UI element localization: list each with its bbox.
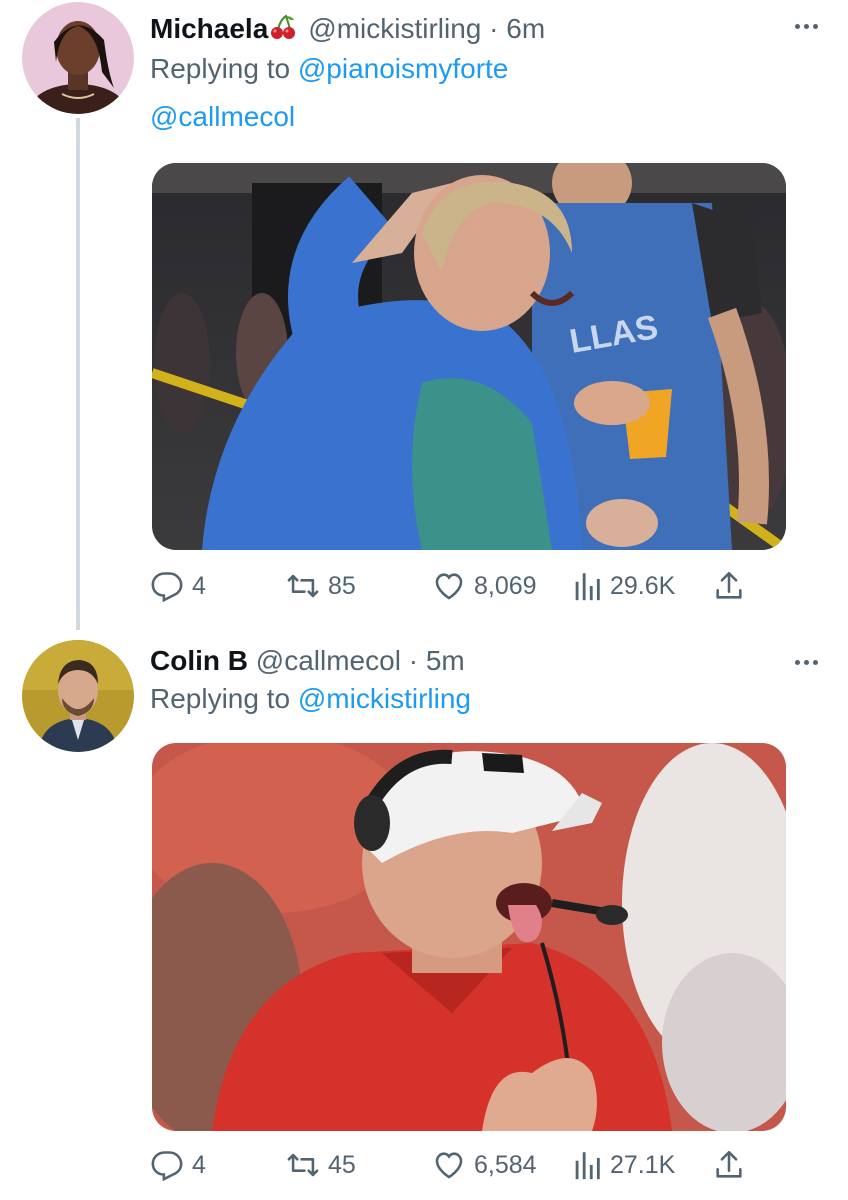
retweet-button[interactable]: 45 xyxy=(286,1145,356,1185)
tweet-header: Colin B @callmecol · 5m xyxy=(150,644,465,678)
views-icon xyxy=(572,1148,610,1182)
more-horizontal-icon[interactable] xyxy=(795,660,818,665)
retweet-count: 45 xyxy=(328,1150,356,1179)
tweet-header: Michaela @mickistirling · 6m xyxy=(150,12,545,48)
replying-to-label: Replying to xyxy=(150,683,291,714)
views-icon xyxy=(572,569,610,603)
like-button[interactable]: 8,069 xyxy=(432,566,537,606)
replying-to-label: Replying to xyxy=(150,53,291,84)
tweet[interactable]: Colin B @callmecol · 5m Replying to @mic… xyxy=(0,630,848,1200)
tweet-actions: 4 45 6,584 27.1K xyxy=(150,1145,750,1185)
like-button[interactable]: 6,584 xyxy=(432,1145,537,1185)
separator: · xyxy=(408,645,419,676)
more-horizontal-icon[interactable] xyxy=(795,24,818,29)
like-count: 6,584 xyxy=(474,1150,537,1179)
tweet[interactable]: Michaela @mickistirling · 6m Replying to … xyxy=(0,0,848,630)
retweet-button[interactable]: 85 xyxy=(286,566,356,606)
tweet-media-image[interactable] xyxy=(152,743,786,1131)
reply-icon xyxy=(150,1148,192,1182)
heart-icon xyxy=(432,569,474,603)
tweet-actions: 4 85 8,069 29.6K xyxy=(150,566,750,606)
view-count: 27.1K xyxy=(610,1150,676,1179)
tweet-media-image[interactable]: LLAS xyxy=(152,163,786,550)
reply-icon xyxy=(150,569,192,603)
reply-button[interactable]: 4 xyxy=(150,1145,206,1185)
thread-line xyxy=(76,118,80,630)
display-name[interactable]: Colin B xyxy=(150,645,248,676)
share-button[interactable] xyxy=(712,1145,754,1185)
views-button[interactable]: 27.1K xyxy=(572,1145,675,1185)
replying-to-line: Replying to @mickistirling xyxy=(150,682,471,716)
views-button[interactable]: 29.6K xyxy=(572,566,675,606)
reply-button[interactable]: 4 xyxy=(150,566,206,606)
reply-count: 4 xyxy=(192,571,206,600)
replying-to-line: Replying to @pianoismyforte xyxy=(150,52,508,86)
display-name[interactable]: Michaela xyxy=(150,13,268,44)
reply-count: 4 xyxy=(192,1150,206,1179)
like-count: 8,069 xyxy=(474,571,537,600)
handle[interactable]: @callmecol xyxy=(256,645,401,676)
share-button[interactable] xyxy=(712,566,754,606)
separator: · xyxy=(489,13,499,44)
avatar[interactable] xyxy=(22,640,134,752)
view-count: 29.6K xyxy=(610,571,676,600)
cherries-icon xyxy=(270,14,296,48)
handle[interactable]: @mickistirling xyxy=(308,13,481,44)
replying-to-link[interactable]: @mickistirling xyxy=(298,683,471,714)
retweet-count: 85 xyxy=(328,571,356,600)
share-icon xyxy=(712,1148,754,1182)
mention-link[interactable]: @callmecol xyxy=(150,100,295,134)
replying-to-link[interactable]: @pianoismyforte xyxy=(298,53,509,84)
heart-icon xyxy=(432,1148,474,1182)
retweet-icon xyxy=(286,569,328,603)
avatar[interactable] xyxy=(22,2,134,114)
timestamp[interactable]: 6m xyxy=(506,13,545,44)
retweet-icon xyxy=(286,1148,328,1182)
share-icon xyxy=(712,569,754,603)
timestamp[interactable]: 5m xyxy=(426,645,465,676)
